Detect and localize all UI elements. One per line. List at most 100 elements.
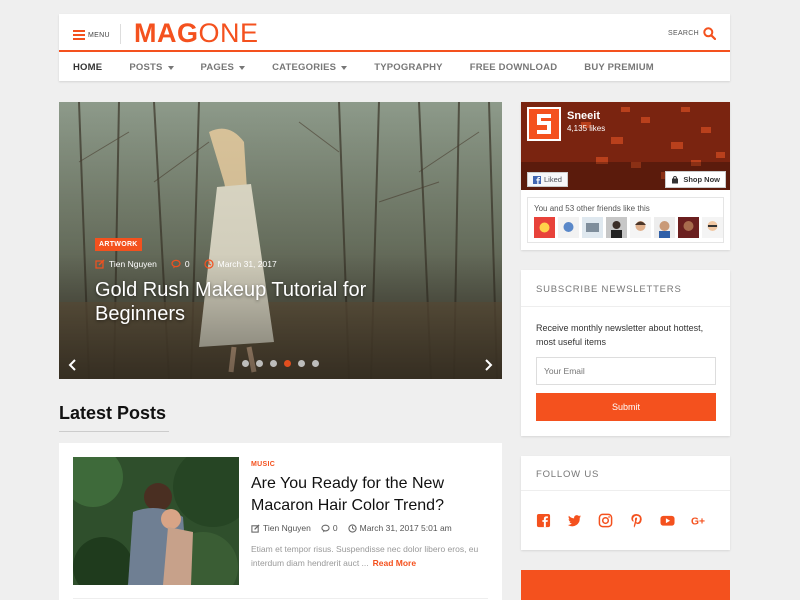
post-author[interactable]: Tien Nguyen (251, 523, 311, 533)
submit-button[interactable]: Submit (536, 393, 716, 421)
avatar[interactable] (654, 217, 675, 238)
comment-count: 0 (332, 523, 338, 533)
nav-label: TYPOGRAPHY (374, 62, 443, 73)
post-excerpt: Etiam et tempor risus. Suspendisse nec d… (251, 542, 491, 570)
caret-down-icon (167, 65, 174, 70)
slider-dot-active[interactable] (284, 360, 291, 367)
follow-widget: FOLLOW US G+ (521, 456, 730, 550)
slider-dot[interactable] (256, 360, 263, 367)
post-image (73, 457, 239, 585)
nav-label: BUY PREMIUM (584, 62, 654, 73)
prev-arrow-icon[interactable] (67, 359, 79, 371)
facebook-page-widget: Sneeit 4,135 likes Liked Shop Now You an… (521, 102, 730, 250)
avatar[interactable] (606, 217, 627, 238)
newsletter-text: Receive monthly newsletter about hottest… (536, 323, 704, 347)
nav-label: FREE DOWNLOAD (469, 62, 558, 73)
pinterest-icon[interactable] (629, 513, 644, 528)
nav-item-buy-premium[interactable]: BUY PREMIUM (584, 62, 654, 73)
slider-dot[interactable] (242, 360, 249, 367)
slide-date: March 31, 2017 (204, 259, 277, 269)
author-name: Tien Nguyen (109, 259, 157, 269)
excerpt-text: Etiam et tempor risus. Suspendisse nec d… (251, 544, 479, 568)
menu-label: MENU (88, 31, 110, 39)
shop-label: Shop Now (683, 175, 720, 184)
site-logo[interactable]: MAGONE (134, 19, 259, 47)
avatar[interactable] (582, 217, 603, 238)
nav-item-pages[interactable]: PAGES (201, 62, 246, 73)
avatar[interactable] (702, 217, 723, 238)
author-name: Tien Nguyen (263, 523, 311, 533)
page-name[interactable]: Sneeit (567, 110, 600, 122)
nav-label: POSTS (129, 62, 163, 73)
post-comments[interactable]: 0 (321, 523, 338, 533)
post-title[interactable]: Are You Ready for the New Macaron Hair C… (251, 473, 481, 517)
widget-title: SUBSCRIBE NEWSLETTERS (536, 284, 682, 295)
read-more-link[interactable]: Read More (373, 558, 416, 568)
category-badge[interactable]: ARTWORK (95, 238, 142, 251)
clock-icon (204, 259, 214, 269)
comment-count: 0 (184, 259, 190, 269)
hamburger-icon (73, 30, 85, 40)
latest-posts-heading: Latest Posts (59, 403, 167, 423)
sidebar-orange-widget (521, 570, 730, 600)
header-topbar: MENU MAGONE SEARCH (59, 14, 730, 52)
slider-dot[interactable] (270, 360, 277, 367)
facebook-icon (533, 175, 541, 184)
sneeit-logo-icon (537, 114, 551, 134)
post-thumbnail[interactable] (73, 457, 239, 585)
instagram-icon[interactable] (598, 513, 613, 528)
liked-label: Liked (544, 175, 562, 184)
slide-comments[interactable]: 0 (171, 259, 190, 269)
widget-title: FOLLOW US (536, 469, 600, 480)
social-links: G+ (536, 513, 722, 528)
slide-author[interactable]: Tien Nguyen (95, 259, 157, 269)
post-category[interactable]: MUSIC (251, 461, 275, 468)
nav-label: CATEGORIES (272, 62, 337, 73)
facebook-icon[interactable] (536, 513, 551, 528)
slide-title[interactable]: Gold Rush Makeup Tutorial for Beginners (95, 278, 415, 326)
nav-item-home[interactable]: HOME (73, 62, 102, 73)
search-icon (703, 27, 716, 40)
heading-underline (59, 431, 169, 432)
search-button[interactable]: SEARCH (668, 27, 716, 40)
featured-slider[interactable]: ARTWORK Tien Nguyen 0 March 31, 2017 Gol… (59, 102, 502, 379)
svg-text:G+: G+ (691, 516, 705, 527)
nav-label: PAGES (200, 62, 235, 73)
fb-cover[interactable]: Sneeit 4,135 likes Liked Shop Now (521, 102, 730, 190)
newsletter-widget: SUBSCRIBE NEWSLETTERS Receive monthly ne… (521, 270, 730, 436)
main-nav: HOME POSTS PAGES CATEGORIES TYPOGRAPHY F… (59, 54, 667, 81)
search-label: SEARCH (668, 30, 699, 37)
google-plus-icon[interactable]: G+ (691, 513, 706, 528)
youtube-icon[interactable] (660, 513, 675, 528)
menu-button[interactable]: MENU (73, 28, 110, 42)
site-header: MENU MAGONE SEARCH HOME POSTS PAGES CATE… (59, 14, 730, 81)
slider-dot[interactable] (298, 360, 305, 367)
slider-dot[interactable] (312, 360, 319, 367)
avatar[interactable] (630, 217, 651, 238)
nav-item-categories[interactable]: CATEGORIES (272, 62, 348, 73)
liked-button[interactable]: Liked (527, 172, 568, 187)
edit-icon (95, 259, 105, 269)
divider (120, 24, 121, 44)
post-list: MUSIC Are You Ready for the New Macaron … (59, 443, 502, 600)
shopping-bag-icon (672, 175, 679, 183)
caret-down-icon (239, 65, 246, 70)
nav-item-free-download[interactable]: FREE DOWNLOAD (470, 62, 558, 73)
slide-meta: Tien Nguyen 0 March 31, 2017 (95, 259, 291, 269)
email-input[interactable] (536, 357, 716, 385)
shop-now-button[interactable]: Shop Now (665, 171, 726, 188)
avatar[interactable] (558, 217, 579, 238)
nav-item-typography[interactable]: TYPOGRAPHY (374, 62, 443, 73)
comment-icon (171, 259, 181, 269)
avatar[interactable] (678, 217, 699, 238)
avatar[interactable] (534, 217, 555, 238)
post-divider (73, 598, 488, 599)
nav-item-posts[interactable]: POSTS (129, 62, 174, 73)
widget-divider (521, 490, 730, 491)
post-date: March 31, 2017 (217, 259, 277, 269)
friend-avatars (534, 217, 726, 238)
page-avatar (527, 107, 561, 141)
next-arrow-icon[interactable] (482, 359, 494, 371)
edit-icon (251, 523, 260, 533)
twitter-icon[interactable] (567, 513, 582, 528)
